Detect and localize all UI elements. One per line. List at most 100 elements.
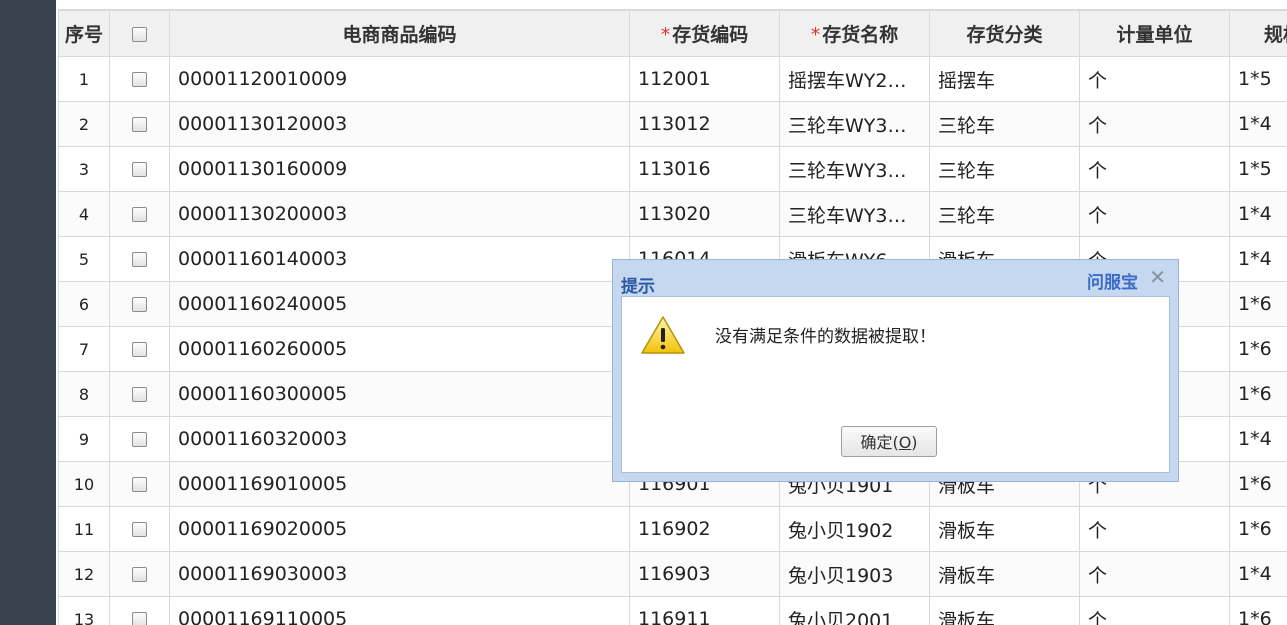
cell-seq: 2 [58, 101, 110, 147]
header-unit[interactable]: 计量单位 [1079, 9, 1230, 57]
ok-label-end: ) [911, 433, 918, 452]
ok-label: 确定( [860, 433, 899, 452]
cell-spec: 1*5 [1229, 146, 1287, 192]
row-select-cell[interactable] [109, 191, 170, 237]
cell-ec-code: 00001130120003 [169, 101, 630, 147]
header-seq[interactable]: 序号 [58, 9, 110, 57]
cell-seq: 9 [58, 416, 110, 462]
close-icon[interactable]: ✕ [1149, 265, 1166, 289]
dialog-body: 没有满足条件的数据被提取！ 确定(O) [621, 296, 1170, 473]
cell-ec-code: 00001169030003 [169, 551, 630, 597]
grid-header-row: 序号 电商商品编码 *存货编码 *存货名称 存货分类 计量单位 规格 [58, 9, 1287, 57]
cell-inv-code: 112001 [629, 56, 780, 102]
cell-seq: 12 [58, 551, 110, 597]
cell-inv-name: 三轮车WY3… [779, 146, 930, 192]
row-select-cell[interactable] [109, 326, 170, 372]
cell-unit: 个 [1079, 191, 1230, 237]
cell-seq: 3 [58, 146, 110, 192]
row-checkbox[interactable] [132, 522, 147, 537]
warning-icon [641, 316, 685, 354]
row-checkbox[interactable] [132, 207, 147, 222]
cell-seq: 6 [58, 281, 110, 327]
header-ec-code[interactable]: 电商商品编码 [169, 9, 630, 57]
cell-inv-category: 滑板车 [929, 551, 1080, 597]
cell-spec: 1*4 [1229, 101, 1287, 147]
row-checkbox[interactable] [132, 252, 147, 267]
alert-dialog: 提示 问服宝 ✕ 没有满足条件的数据被提取！ 确定(O) [612, 259, 1179, 482]
row-checkbox[interactable] [132, 162, 147, 177]
row-select-cell[interactable] [109, 416, 170, 462]
cell-ec-code: 00001160300005 [169, 371, 630, 417]
row-checkbox[interactable] [132, 477, 147, 492]
row-checkbox[interactable] [132, 432, 147, 447]
header-select-all[interactable] [109, 9, 170, 57]
row-checkbox[interactable] [132, 612, 147, 625]
cell-seq: 7 [58, 326, 110, 372]
header-inv-name-label: 存货名称 [822, 24, 899, 46]
header-inv-code[interactable]: * 存货编码 [629, 9, 780, 57]
row-select-cell[interactable] [109, 596, 170, 625]
cell-spec: 1*6 [1229, 461, 1287, 507]
table-row[interactable]: 4 00001130200003 113020 三轮车WY3… 三轮车个 1*4 [58, 191, 1287, 237]
row-select-cell[interactable] [109, 551, 170, 597]
cell-inv-category: 滑板车 [929, 596, 1080, 625]
left-sidebar [0, 0, 56, 625]
header-spec[interactable]: 规格 [1229, 9, 1287, 57]
cell-unit: 个 [1079, 551, 1230, 597]
row-select-cell[interactable] [109, 236, 170, 282]
row-checkbox[interactable] [132, 342, 147, 357]
row-select-cell[interactable] [109, 281, 170, 327]
row-checkbox[interactable] [132, 567, 147, 582]
cell-inv-code: 116911 [629, 596, 780, 625]
cell-spec: 1*6 [1229, 326, 1287, 372]
cell-seq: 4 [58, 191, 110, 237]
table-row[interactable]: 2 00001130120003 113012 三轮车WY3… 三轮车个 1*4 [58, 101, 1287, 147]
cell-ec-code: 00001160240005 [169, 281, 630, 327]
row-select-cell[interactable] [109, 56, 170, 102]
cell-ec-code: 00001130200003 [169, 191, 630, 237]
cell-unit: 个 [1079, 506, 1230, 552]
header-inv-code-label: 存货编码 [672, 24, 749, 46]
cell-spec: 1*6 [1229, 506, 1287, 552]
cell-unit: 个 [1079, 56, 1230, 102]
table-row[interactable]: 3 00001130160009 113016 三轮车WY3… 三轮车个 1*5 [58, 146, 1287, 192]
select-all-checkbox[interactable] [132, 26, 147, 42]
cell-seq: 1 [58, 56, 110, 102]
cell-ec-code: 00001169110005 [169, 596, 630, 625]
cell-spec: 1*6 [1229, 281, 1287, 327]
grid-top-border [56, 0, 1287, 8]
dialog-title: 提示 [621, 277, 655, 297]
table-row[interactable]: 13 00001169110005 116911 兔小贝2001 滑板车个 1*6 [58, 596, 1287, 625]
required-mark: * [660, 24, 671, 46]
dialog-message: 没有满足条件的数据被提取！ [715, 327, 936, 347]
row-checkbox[interactable] [132, 117, 147, 132]
row-select-cell[interactable] [109, 506, 170, 552]
cell-seq: 10 [58, 461, 110, 507]
row-checkbox[interactable] [132, 297, 147, 312]
table-row[interactable]: 1 00001120010009 112001 摇摆车WY2… 摇摆车个 1*5 [58, 56, 1287, 102]
cell-inv-category: 三轮车 [929, 191, 1080, 237]
cell-inv-category: 三轮车 [929, 101, 1080, 147]
row-select-cell[interactable] [109, 146, 170, 192]
row-checkbox[interactable] [132, 72, 147, 87]
cell-inv-name: 兔小贝1902 [779, 506, 930, 552]
row-select-cell[interactable] [109, 461, 170, 507]
required-mark: * [810, 24, 821, 46]
cell-seq: 11 [58, 506, 110, 552]
cell-inv-category: 摇摆车 [929, 56, 1080, 102]
cell-unit: 个 [1079, 146, 1230, 192]
ok-button[interactable]: 确定(O) [841, 426, 937, 457]
row-checkbox[interactable] [132, 387, 147, 402]
table-row[interactable]: 11 00001169020005 116902 兔小贝1902 滑板车个 1*6 [58, 506, 1287, 552]
cell-inv-category: 滑板车 [929, 506, 1080, 552]
cell-inv-name: 兔小贝2001 [779, 596, 930, 625]
row-select-cell[interactable] [109, 371, 170, 417]
cell-inv-code: 113020 [629, 191, 780, 237]
cell-ec-code: 00001160260005 [169, 326, 630, 372]
dialog-brand-link[interactable]: 问服宝 [1087, 268, 1138, 293]
header-inv-name[interactable]: * 存货名称 [779, 9, 930, 57]
cell-spec: 1*6 [1229, 596, 1287, 625]
row-select-cell[interactable] [109, 101, 170, 147]
header-inv-category[interactable]: 存货分类 [929, 9, 1080, 57]
table-row[interactable]: 12 00001169030003 116903 兔小贝1903 滑板车个 1*4 [58, 551, 1287, 597]
